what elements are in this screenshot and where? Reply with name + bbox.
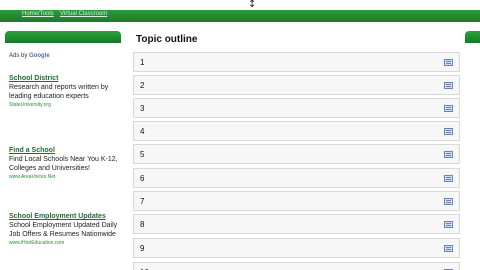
highlight-icon[interactable] (444, 59, 453, 66)
highlight-icon[interactable] (444, 245, 453, 252)
topic-outline-panel: Topic outline 1 2 3 4 5 6 7 8 9 10 (133, 30, 460, 270)
topic-row: 1 (133, 52, 460, 72)
topic-row: 10 (133, 262, 460, 270)
google-logo: Google (29, 53, 50, 59)
topic-row: 7 (133, 191, 460, 211)
topic-row: 2 (133, 75, 460, 95)
highlight-icon[interactable] (444, 128, 453, 135)
ad-block: School Employment Updates School Employm… (9, 212, 121, 247)
ad-body-text: School Employment Updated Daily Job Offe… (9, 222, 118, 238)
topic-number: 6 (140, 174, 145, 183)
ad-body-text: Research and reports written by leading … (9, 84, 109, 100)
topic-number: 3 (140, 104, 145, 113)
ad-url[interactable]: www.iHireEducation.com (9, 239, 121, 247)
mouse-cursor-icon: ↕ (248, 0, 257, 10)
topic-number: 2 (140, 81, 145, 90)
highlight-icon[interactable] (444, 175, 453, 182)
topic-row: 9 (133, 238, 460, 258)
ad-block: School District Research and reports wri… (9, 74, 121, 109)
highlight-icon[interactable] (444, 151, 453, 158)
topic-row: 4 (133, 121, 460, 141)
topic-row: 3 (133, 98, 460, 118)
nav-virtual-classroom-link[interactable]: Virtual Classroom (60, 11, 107, 17)
ad-title-link[interactable]: Find a School (9, 146, 121, 155)
sidebar-block-header (5, 31, 121, 43)
topic-number: 1 (140, 58, 145, 67)
ads-prefix: Ads by (9, 53, 28, 59)
ad-title-link[interactable]: School District (9, 74, 121, 83)
ads-by-google-label: Ads by Google (9, 53, 50, 59)
right-block-header (465, 31, 480, 43)
ad-url[interactable]: StateUniversity.org (9, 101, 121, 109)
highlight-icon[interactable] (444, 221, 453, 228)
topic-number: 8 (140, 220, 145, 229)
topic-number: 4 (140, 127, 145, 136)
highlight-icon[interactable] (444, 82, 453, 89)
nav-home-link[interactable]: Home/Tools (22, 11, 54, 17)
ad-title-link[interactable]: School Employment Updates (9, 212, 121, 221)
ad-body-text: Find Local Schools Near You K-12, Colleg… (9, 156, 118, 172)
highlight-icon[interactable] (444, 105, 453, 112)
ad-block: Find a School Find Local Schools Near Yo… (9, 146, 121, 181)
topic-row: 8 (133, 214, 460, 234)
topic-number: 7 (140, 197, 145, 206)
ad-url[interactable]: www.AreaVoices.Net (9, 173, 121, 181)
topic-row: 5 (133, 144, 460, 164)
nav-bar: Home/Tools Virtual Classroom (0, 10, 480, 22)
topic-number: 9 (140, 244, 145, 253)
page-title: Topic outline (136, 34, 198, 45)
topic-row: 6 (133, 168, 460, 188)
topic-number: 5 (140, 150, 145, 159)
highlight-icon[interactable] (444, 198, 453, 205)
